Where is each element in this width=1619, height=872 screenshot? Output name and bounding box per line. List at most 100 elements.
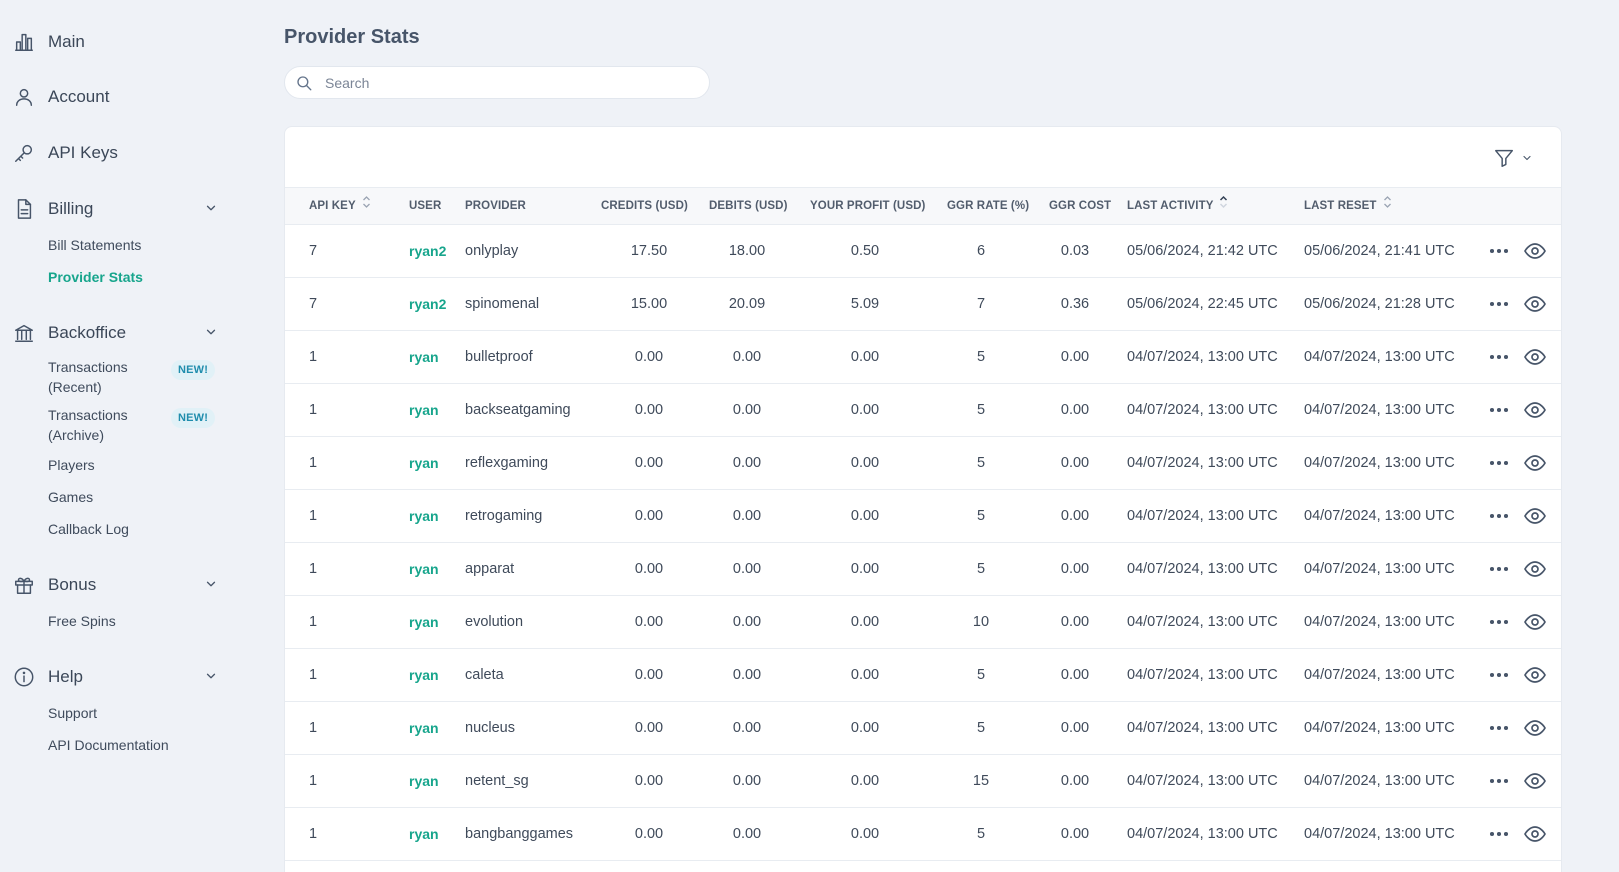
- more-options-icon[interactable]: [1486, 504, 1512, 528]
- page-title: Provider Stats: [284, 26, 420, 48]
- sidebar-item-transactions-recent[interactable]: Transactions (Recent): [48, 357, 128, 397]
- cell-last-reset: 04/07/2024, 13:00 UTC: [1304, 773, 1455, 789]
- column-header-api-key[interactable]: API KEY: [309, 188, 371, 224]
- sidebar-item-callback-log[interactable]: Callback Log: [48, 519, 129, 539]
- cell-ggr-cost: 0.00: [1060, 826, 1090, 842]
- cell-last-reset: 05/06/2024, 21:41 UTC: [1304, 243, 1455, 259]
- cell-last-reset: 05/06/2024, 21:28 UTC: [1304, 296, 1455, 312]
- cell-ggr-rate: 5: [976, 455, 986, 471]
- cell-debits: 0.00: [732, 561, 762, 577]
- cell-ggr-cost: 0.00: [1060, 455, 1090, 471]
- user-link[interactable]: ryan: [409, 755, 439, 807]
- document-icon: [12, 197, 36, 221]
- sidebar-item-transactions-archive[interactable]: Transactions (Archive): [48, 405, 128, 445]
- more-options-icon[interactable]: [1486, 663, 1512, 687]
- user-link[interactable]: ryan: [409, 808, 439, 860]
- user-link[interactable]: ryan: [409, 543, 439, 595]
- cell-last-activity: 04/07/2024, 13:00 UTC: [1127, 561, 1278, 577]
- cell-last-activity: 05/06/2024, 21:42 UTC: [1127, 243, 1278, 259]
- chevron-down-icon[interactable]: [204, 201, 220, 217]
- more-options-icon[interactable]: [1486, 716, 1512, 740]
- user-link[interactable]: ryan: [409, 490, 439, 542]
- cell-provider: backseatgaming: [465, 402, 571, 418]
- cell-ggr-cost: 0.36: [1060, 296, 1090, 312]
- nav-item-billing[interactable]: Billing: [12, 193, 222, 225]
- cell-api-key: 1: [309, 402, 318, 418]
- cell-provider: netent_sg: [465, 773, 529, 789]
- cell-api-key: 7: [309, 296, 318, 312]
- table-row: 1 ryan netent_sg 0.00 0.00 0.00 15 0.00 04/07/20…: [285, 755, 1561, 808]
- chevron-down-icon[interactable]: [204, 669, 220, 685]
- eye-icon[interactable]: [1522, 557, 1548, 581]
- eye-icon[interactable]: [1522, 716, 1548, 740]
- user-link[interactable]: ryan: [409, 437, 439, 489]
- sidebar-item-bill-statements[interactable]: Bill Statements: [48, 235, 141, 255]
- sidebar-item-players[interactable]: Players: [48, 455, 95, 475]
- cell-debits: 20.09: [728, 296, 766, 312]
- cell-credits: 0.00: [634, 720, 664, 736]
- chevron-down-icon[interactable]: [204, 577, 220, 593]
- more-options-icon[interactable]: [1486, 557, 1512, 581]
- user-link[interactable]: ryan: [409, 331, 439, 383]
- nav-item-account[interactable]: Account: [12, 81, 222, 113]
- eye-icon[interactable]: [1522, 292, 1548, 316]
- table-row: 1 ryan backseatgaming 0.00 0.00 0.00 5 0.00 04/0…: [285, 384, 1561, 437]
- eye-icon[interactable]: [1522, 504, 1548, 528]
- user-link[interactable]: ryan: [409, 596, 439, 648]
- sidebar-item-support[interactable]: Support: [48, 703, 97, 723]
- eye-icon[interactable]: [1522, 239, 1548, 263]
- nav-item-backoffice[interactable]: Backoffice: [12, 317, 222, 349]
- table-header: API KEY USER PROVIDER CREDITS (USD) DEBI…: [285, 187, 1561, 225]
- eye-icon[interactable]: [1522, 822, 1548, 846]
- more-options-icon[interactable]: [1486, 398, 1512, 422]
- cell-profit: 0.00: [850, 349, 880, 365]
- filter-button[interactable]: [1493, 147, 1533, 169]
- eye-icon[interactable]: [1522, 663, 1548, 687]
- cell-api-key: 7: [309, 243, 318, 259]
- eye-icon[interactable]: [1522, 610, 1548, 634]
- eye-icon[interactable]: [1522, 345, 1548, 369]
- cell-provider: apparat: [465, 561, 515, 577]
- cell-last-activity: 04/07/2024, 13:00 UTC: [1127, 826, 1278, 842]
- nav-item-bonus[interactable]: Bonus: [12, 569, 222, 601]
- more-options-icon[interactable]: [1486, 239, 1512, 263]
- more-options-icon[interactable]: [1486, 292, 1512, 316]
- more-options-icon[interactable]: [1486, 610, 1512, 634]
- nav-item-main[interactable]: Main: [12, 26, 222, 58]
- nav-item-api-keys[interactable]: API Keys: [12, 137, 222, 169]
- sidebar-item-games[interactable]: Games: [48, 487, 93, 507]
- column-header-last-reset[interactable]: LAST RESET: [1304, 188, 1392, 224]
- more-options-icon[interactable]: [1486, 345, 1512, 369]
- cell-last-reset: 04/07/2024, 13:00 UTC: [1304, 561, 1455, 577]
- provider-stats-table-card: API KEY USER PROVIDER CREDITS (USD) DEBI…: [284, 126, 1562, 872]
- user-link[interactable]: ryan2: [409, 225, 446, 277]
- user-link[interactable]: ryan: [409, 384, 439, 436]
- user-link[interactable]: ryan2: [409, 278, 446, 330]
- eye-icon[interactable]: [1522, 769, 1548, 793]
- nav-label: Help: [48, 667, 83, 686]
- cell-api-key: 1: [309, 614, 318, 630]
- sidebar-item-provider-stats[interactable]: Provider Stats: [48, 267, 143, 287]
- nav-item-help[interactable]: Help: [12, 661, 222, 693]
- cell-last-activity: 04/07/2024, 13:00 UTC: [1127, 349, 1278, 365]
- cell-provider: nucleus: [465, 720, 515, 736]
- sidebar-item-api-documentation[interactable]: API Documentation: [48, 735, 169, 755]
- chevron-down-icon[interactable]: [204, 325, 220, 341]
- cell-ggr-rate: 5: [976, 667, 986, 683]
- user-link[interactable]: ryan: [409, 649, 439, 701]
- more-options-icon[interactable]: [1486, 769, 1512, 793]
- more-options-icon[interactable]: [1486, 451, 1512, 475]
- search-input[interactable]: [325, 74, 685, 91]
- cell-api-key: 1: [309, 349, 318, 365]
- more-options-icon[interactable]: [1486, 822, 1512, 846]
- filter-icon: [1495, 149, 1513, 167]
- column-header-last-activity[interactable]: LAST ACTIVITY: [1127, 188, 1228, 224]
- eye-icon[interactable]: [1522, 451, 1548, 475]
- cell-last-activity: 04/07/2024, 13:00 UTC: [1127, 508, 1278, 524]
- cell-api-key: 1: [309, 667, 318, 683]
- sidebar-item-free-spins[interactable]: Free Spins: [48, 611, 116, 631]
- cell-api-key: 1: [309, 508, 318, 524]
- bank-icon: [12, 321, 36, 345]
- eye-icon[interactable]: [1522, 398, 1548, 422]
- user-link[interactable]: ryan: [409, 702, 439, 754]
